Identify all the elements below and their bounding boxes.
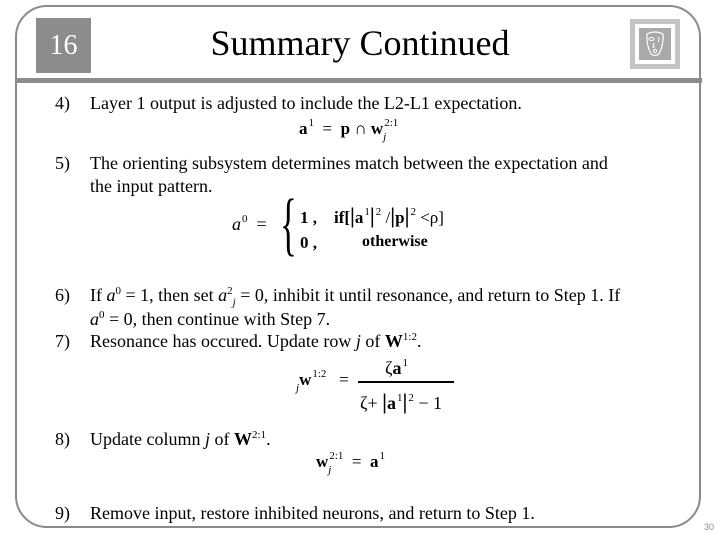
step-text: Update column j of W2:1. — [90, 429, 271, 449]
header-divider — [16, 78, 702, 83]
step-number: 5) — [55, 153, 70, 173]
equation-reset-case-2: 0 , otherwise — [300, 233, 428, 252]
left-brace: { — [280, 186, 297, 263]
step-7: 7) Resonance has occured. Update row j of… — [55, 326, 421, 352]
step-text: Layer 1 output is adjusted to include th… — [90, 93, 522, 113]
equation-denominator: ζ+ |a1|2 − 1 — [360, 389, 442, 414]
page-number: 30 — [703, 522, 714, 532]
step-number: 9) — [55, 503, 70, 523]
step-number: 4) — [55, 93, 70, 113]
step-text: Resonance has occured. Update row j of W… — [90, 331, 422, 351]
equation-numerator: ζa1 — [385, 357, 408, 378]
slide-number-badge: 16 — [36, 18, 91, 73]
step-5-line-2: the input pattern. — [90, 176, 213, 196]
step-5: 5) The orienting subsystem determines mat… — [55, 152, 608, 174]
equation-column-update: wj2:1 = a1 — [316, 450, 385, 476]
face-mask-glyph — [646, 31, 664, 57]
equation-layer1-output: a1 = p ∩ wj2:1 — [299, 117, 399, 143]
face-mask-icon — [630, 19, 680, 69]
slide-title: Summary Continued — [210, 23, 510, 63]
step-4: 4) Layer 1 output is adjusted to include … — [55, 92, 522, 114]
step-number: 7) — [55, 331, 70, 351]
fraction-bar — [358, 381, 454, 383]
step-8: 8) Update column j of W2:1. — [55, 424, 271, 450]
equation-weight-update-lhs: jw1:2 = — [296, 368, 349, 394]
equation-reset-lhs: a0 = — [232, 213, 267, 234]
step-text: The orienting subsystem determines match… — [90, 153, 608, 173]
step-text: Remove input, restore inhibited neurons,… — [90, 503, 535, 523]
equation-reset-case-1: 1 , if[|a1|2 /|p|2 <ρ] — [300, 203, 444, 228]
step-number: 8) — [55, 429, 70, 449]
step-9: 9) Remove input, restore inhibited neuron… — [55, 502, 535, 524]
step-number: 6) — [55, 285, 70, 305]
